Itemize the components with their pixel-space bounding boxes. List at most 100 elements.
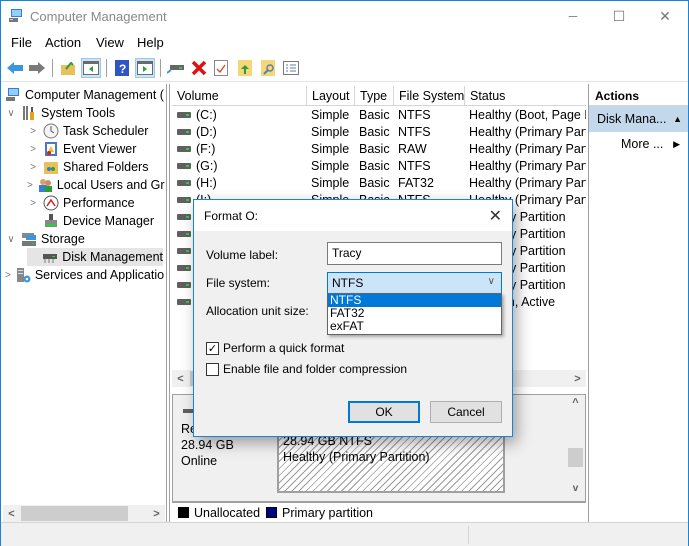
toolbar-separator [160, 59, 161, 77]
tree-item-performance[interactable]: > Performance [27, 194, 165, 212]
volume-cell-status: Healthy (Primary Partition [469, 142, 586, 156]
graph-vertical-scrollbar[interactable]: ^ v [567, 395, 584, 501]
search-button[interactable] [258, 58, 278, 78]
scrollbar-thumb[interactable] [21, 506, 128, 521]
expand-chevron-icon[interactable]: > [27, 198, 39, 209]
compression-checkbox[interactable]: Enable file and folder compression [206, 362, 407, 376]
back-button[interactable] [5, 58, 25, 78]
expand-chevron-icon[interactable]: ∨ [5, 234, 17, 245]
scroll-left-arrow-icon[interactable]: < [172, 370, 189, 387]
expand-chevron-icon[interactable]: > [27, 180, 33, 191]
column-header-file-system[interactable]: File System [394, 86, 465, 106]
close-icon: ✕ [659, 7, 671, 24]
tree-item-shared-folders[interactable]: > Shared Folders [27, 158, 165, 176]
connect-drive-button[interactable] [166, 58, 186, 78]
back-icon [7, 62, 23, 74]
volume-cell-volume: (F:) [196, 142, 216, 156]
scroll-right-arrow-icon[interactable]: > [148, 505, 165, 522]
scroll-left-arrow-icon[interactable]: < [3, 505, 20, 522]
drive-icon [177, 129, 191, 135]
file-system-option-exfat[interactable]: exFAT [328, 320, 501, 333]
volume-row[interactable]: (C:) Simple Basic NTFS Healthy (Boot, Page F… [172, 107, 586, 124]
show-hide-console-tree-button[interactable] [81, 58, 101, 78]
dialog-close-icon[interactable]: ✕ [489, 206, 502, 226]
partition-status: Healthy (Primary Partition) [283, 450, 430, 464]
collapse-triangle-icon[interactable]: ▲ [673, 114, 682, 124]
partition-info: 28.94 GB NTFS Healthy (Primary Partition… [283, 433, 430, 465]
checkmark-icon[interactable]: ✓ [206, 341, 219, 355]
window-title: Computer Management [30, 9, 167, 24]
computer-management-icon [5, 87, 21, 103]
minimize-icon: ─ [568, 9, 578, 23]
computer-management-window: Computer Management ─ ☐ ✕ File Action Vi… [0, 0, 689, 546]
expand-chevron-icon[interactable]: > [27, 126, 39, 137]
volume-cell-layout: Simple [311, 142, 350, 156]
column-header-layout[interactable]: Layout [307, 86, 355, 106]
column-header-status[interactable]: Status [465, 86, 586, 106]
volume-label-input[interactable]: Tracy [327, 242, 502, 265]
scroll-right-arrow-icon[interactable]: > [569, 370, 586, 387]
tree-item-local-users-and-groups[interactable]: > Local Users and Groups [27, 176, 165, 194]
scroll-down-arrow-icon[interactable]: v [567, 483, 584, 494]
scroll-up-arrow-icon[interactable]: ^ [567, 397, 584, 409]
volume-row[interactable]: (F:) Simple Basic RAW Healthy (Primary Parti… [172, 141, 586, 158]
tree-item-system-tools[interactable]: ∨ System Tools [5, 104, 165, 122]
volume-cell-file-system: NTFS [398, 125, 431, 139]
users-icon [37, 177, 53, 193]
menu-file[interactable]: File [11, 35, 32, 50]
tree-item-task-scheduler[interactable]: > Task Scheduler [27, 122, 165, 140]
tree-horizontal-scrollbar[interactable]: < > [3, 505, 165, 522]
status-bar [1, 522, 688, 546]
ok-button[interactable]: OK [348, 401, 420, 423]
expand-chevron-icon[interactable]: ∨ [5, 108, 17, 119]
properties-icon [214, 60, 228, 76]
help-button[interactable]: ? [112, 58, 132, 78]
expand-chevron-icon[interactable]: > [27, 144, 39, 155]
search-icon [261, 60, 275, 76]
chevron-down-icon[interactable]: ∨ [488, 276, 495, 287]
column-header-volume[interactable]: Volume [172, 86, 307, 106]
legend: Unallocated Primary partition [172, 502, 586, 522]
file-system-select[interactable]: NTFS ∨ [327, 272, 502, 294]
tree-item-disk-management[interactable]: Disk Management [27, 248, 163, 266]
volume-row[interactable]: (D:) Simple Basic NTFS Healthy (Primary Part… [172, 124, 586, 141]
volume-label-label: Volume label: [206, 248, 279, 262]
menu-help[interactable]: Help [137, 35, 164, 50]
tree-item-services-and-applications[interactable]: > Services and Applications [5, 266, 165, 284]
scrollbar-thumb[interactable] [568, 448, 583, 467]
expand-chevron-icon[interactable]: > [27, 162, 39, 173]
delete-button[interactable] [189, 58, 209, 78]
volume-cell-layout: Simple [311, 125, 350, 139]
cancel-button[interactable]: Cancel [430, 401, 502, 423]
volume-row[interactable]: (G:) Simple Basic NTFS Healthy (Primary Part… [172, 158, 586, 175]
column-header-type[interactable]: Type [355, 86, 394, 106]
tree-item-computer-management[interactable]: Computer Management (Local) [5, 86, 165, 104]
disk-size: 28.94 GB [181, 438, 234, 452]
forward-button[interactable] [27, 58, 47, 78]
export-button[interactable] [235, 58, 255, 78]
volume-row[interactable]: (H:) Simple Basic FAT32 Healthy (Primary Par… [172, 175, 586, 192]
list-button[interactable] [281, 58, 301, 78]
close-button[interactable]: ✕ [642, 1, 688, 31]
up-button[interactable] [58, 58, 78, 78]
minimize-button[interactable]: ─ [550, 1, 596, 31]
show-hide-action-pane-button[interactable] [135, 58, 155, 78]
quick-format-checkbox[interactable]: ✓ Perform a quick format [206, 341, 344, 355]
volume-cell-file-system: RAW [398, 142, 427, 156]
volume-cell-layout: Simple [311, 176, 350, 190]
checkbox-empty[interactable] [206, 362, 219, 376]
tree-item-device-manager[interactable]: Device Manager [27, 212, 165, 230]
connect-drive-icon [167, 65, 184, 74]
tree-item-event-viewer[interactable]: > Event Viewer [27, 140, 165, 158]
properties-button[interactable] [211, 58, 231, 78]
actions-section-disk-management[interactable]: Disk Mana... ▲ [589, 106, 688, 132]
expand-chevron-icon[interactable]: > [5, 270, 11, 281]
menu-action[interactable]: Action [45, 35, 81, 50]
tree-item-storage[interactable]: ∨ Storage [5, 230, 165, 248]
disk-state: Online [181, 454, 218, 468]
actions-more[interactable]: More ... ▶ [589, 134, 688, 154]
maximize-button[interactable]: ☐ [596, 1, 642, 31]
volume-cell-file-system: NTFS [398, 159, 431, 173]
volume-cell-layout: Simple [311, 159, 350, 173]
menu-view[interactable]: View [96, 35, 124, 50]
